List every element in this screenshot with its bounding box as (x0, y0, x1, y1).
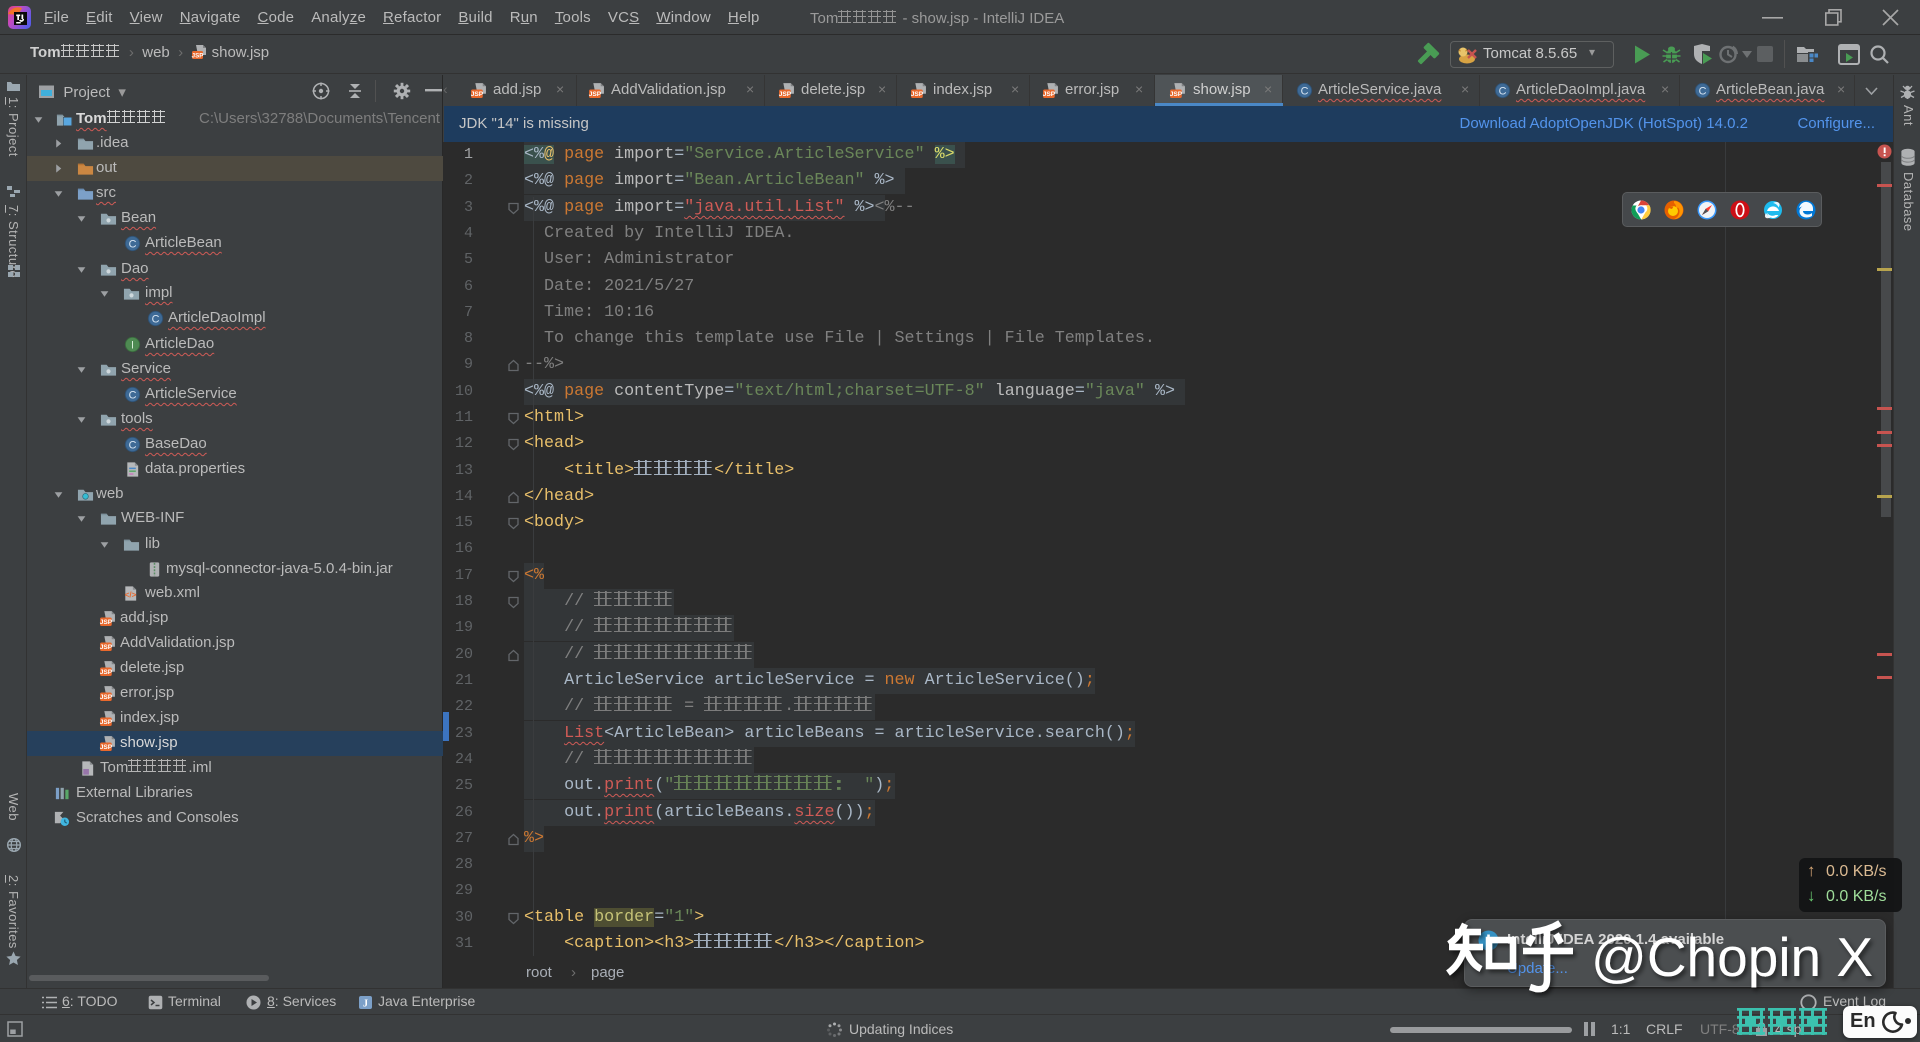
svg-text:</>: </> (125, 590, 137, 599)
svg-text:@Chopin X: @Chopin X (1591, 926, 1873, 988)
svg-text:JSP: JSP (192, 52, 204, 59)
svg-text:J: J (363, 999, 368, 1010)
